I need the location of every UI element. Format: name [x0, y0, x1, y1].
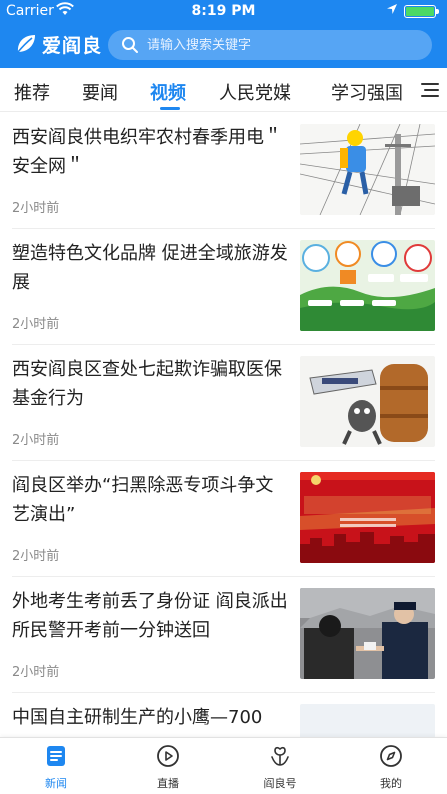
clock: 8:19 PM: [191, 3, 256, 19]
search-icon: [122, 37, 138, 53]
category-tabs: 推荐 要闻 视频 人民党媒 学习强国: [0, 68, 447, 112]
search-input[interactable]: [147, 37, 417, 53]
tab-peoples-party-media[interactable]: 人民党媒: [219, 79, 291, 105]
menu-icon: [420, 82, 439, 97]
news-time: 2小时前: [12, 665, 60, 680]
nav-mine-label: 我的: [380, 777, 402, 790]
news-icon: [47, 746, 65, 766]
news-time: 2小时前: [12, 201, 60, 216]
status-bar: Carrier 8:19 PM: [0, 0, 447, 22]
tab-headlines[interactable]: 要闻: [82, 79, 118, 105]
nav-live-label: 直播: [157, 777, 179, 790]
news-item[interactable]: 西安阎良供电织牢农村春季用电＂安全网＂ 2小时前: [12, 113, 435, 229]
medical-insurance-fraud-thumbnail: [300, 356, 435, 447]
nav-yanliang-account-label: 阎良号: [263, 777, 297, 790]
nav-yanliang-account[interactable]: 阎良号: [240, 744, 320, 794]
news-time: 2小时前: [12, 317, 60, 332]
tab-xuexi-qiangguo[interactable]: 学习强国: [331, 79, 403, 105]
tab-recommend[interactable]: 推荐: [14, 79, 50, 105]
news-title: 西安阎良供电织牢农村春季用电＂安全网＂: [12, 127, 282, 177]
more-categories-button[interactable]: [412, 68, 447, 111]
location-arrow-icon: [386, 3, 398, 19]
app-name: 爱阎良: [42, 34, 103, 57]
compass-icon: [380, 745, 402, 767]
news-title: 塑造特色文化品牌 促进全域旅游发展: [12, 243, 288, 293]
police-returning-id-thumbnail: [300, 588, 435, 679]
news-time: 2小时前: [12, 433, 60, 448]
yanliang-account-icon: [271, 746, 289, 766]
news-item[interactable]: 塑造特色文化品牌 促进全域旅游发展 2小时前: [12, 229, 435, 345]
news-time: 2小时前: [12, 549, 60, 564]
anti-crime-banner-thumbnail: [300, 472, 435, 563]
app-bar: 爱阎良: [0, 22, 447, 68]
nav-news-label: 新闻: [45, 777, 67, 790]
app-header: Carrier 8:19 PM 爱阎良: [0, 0, 447, 68]
live-icon: [157, 745, 179, 767]
news-title: 中国自主研制生产的小鹰—700: [12, 707, 263, 728]
aircraft-thumbnail: [300, 704, 435, 737]
news-title: 西安阎良区查处七起欺诈骗取医保基金行为: [12, 359, 282, 409]
app-logo: 爱阎良: [14, 30, 102, 58]
active-tab-indicator: [160, 107, 180, 110]
news-item[interactable]: 西安阎良区查处七起欺诈骗取医保基金行为 2小时前: [12, 345, 435, 461]
news-title: 阎良区举办“扫黑除恶专项斗争文艺演出”: [12, 475, 274, 525]
electric-worker-thumbnail: [300, 124, 435, 215]
bottom-tab-bar: 新闻 直播 阎良号 我的: [0, 737, 447, 794]
battery-icon: [404, 5, 439, 18]
culture-tourism-thumbnail: [300, 240, 435, 331]
news-item[interactable]: 外地考生考前丢了身份证 阎良派出所民警开考前一分钟送回 2小时前: [12, 577, 435, 693]
news-title: 外地考生考前丢了身份证 阎良派出所民警开考前一分钟送回: [12, 591, 288, 641]
search-bar[interactable]: [108, 30, 432, 60]
nav-news[interactable]: 新闻: [16, 744, 96, 794]
nav-live[interactable]: 直播: [128, 744, 208, 794]
tab-video[interactable]: 视频: [150, 79, 186, 105]
leaf-logo-icon: [17, 35, 35, 53]
news-feed: 西安阎良供电织牢农村春季用电＂安全网＂ 2小时前 塑造特色文化品牌 促进全域旅游…: [0, 113, 447, 737]
news-item[interactable]: 阎良区举办“扫黑除恶专项斗争文艺演出” 2小时前: [12, 461, 435, 577]
nav-mine[interactable]: 我的: [351, 744, 431, 794]
news-item[interactable]: 中国自主研制生产的小鹰—700: [12, 693, 435, 737]
